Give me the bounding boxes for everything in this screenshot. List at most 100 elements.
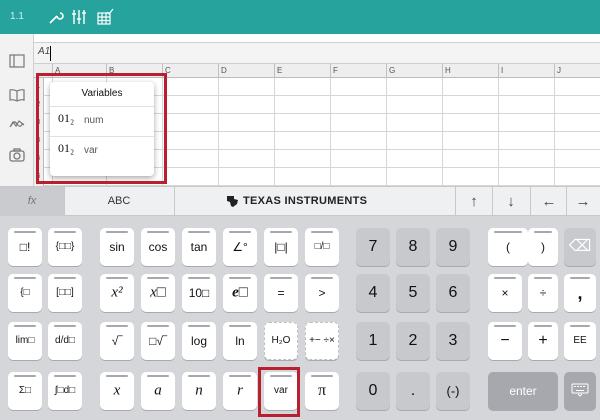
divider (492, 187, 493, 216)
page-tab-indicator[interactable]: 1.1 (0, 0, 34, 34)
power-key[interactable]: x□ (141, 274, 175, 312)
backspace-key[interactable]: ⌫ (564, 228, 596, 266)
digit-6-key[interactable]: 6 (436, 274, 470, 312)
ee-key[interactable]: EE (564, 322, 596, 360)
var-key-highlight-box (258, 367, 300, 417)
piecewise-key[interactable]: {□□} (48, 228, 82, 266)
divider (530, 187, 531, 216)
digit-2-key[interactable]: 2 (396, 322, 430, 360)
grid-line (386, 78, 387, 186)
absolute-value-key[interactable]: |□| (264, 228, 298, 266)
exp-key[interactable]: e□ (223, 274, 257, 312)
minus-key[interactable]: − (488, 322, 522, 360)
equals-key[interactable]: = (264, 274, 298, 312)
infinity-icon[interactable] (8, 114, 26, 132)
left-sidebar (0, 34, 34, 186)
column-header-e[interactable]: E (274, 64, 330, 78)
divider (174, 187, 175, 216)
tab-abc[interactable]: ABC (64, 187, 174, 216)
page-icon[interactable] (8, 52, 26, 70)
wrench-icon[interactable] (46, 8, 64, 26)
arrow-down-key[interactable]: ↓ (496, 187, 526, 216)
system-of-equations-key[interactable]: {□ (8, 274, 42, 312)
plus-key[interactable]: + (528, 322, 558, 360)
open-paren-key[interactable]: ( (488, 228, 528, 266)
digit-8-key[interactable]: 8 (396, 228, 430, 266)
digit-3-key[interactable]: 3 (436, 322, 470, 360)
top-toolbar: 1.1 (0, 0, 600, 34)
variable-n-key[interactable]: n (182, 372, 216, 410)
table-check-icon[interactable] (96, 8, 114, 26)
chemistry-key[interactable]: H₂O (264, 322, 298, 360)
grid-line (274, 78, 275, 186)
enter-key[interactable]: enter (488, 372, 558, 410)
arrow-right-key[interactable]: → (568, 187, 598, 216)
limit-key[interactable]: lim□ (8, 322, 42, 360)
log-key[interactable]: log (182, 322, 216, 360)
sliders-icon[interactable] (70, 8, 88, 26)
digit-7-key[interactable]: 7 (356, 228, 390, 266)
sin-key[interactable]: sin (100, 228, 134, 266)
square-root-key[interactable]: √‾ (100, 322, 134, 360)
variable-a-key[interactable]: a (141, 372, 175, 410)
digit-9-key[interactable]: 9 (436, 228, 470, 266)
variable-x-key[interactable]: x (100, 372, 134, 410)
divider (566, 187, 567, 216)
cos-key[interactable]: cos (141, 228, 175, 266)
arrow-up-key[interactable]: ↑ (459, 187, 489, 216)
comma-key[interactable]: , (564, 274, 596, 312)
nth-root-key[interactable]: □√‾ (141, 322, 175, 360)
math-keyboard: □! {□□} sin cos tan ∠° |□| □/□ 7 8 9 ( )… (0, 216, 600, 420)
fraction-key[interactable]: □/□ (305, 228, 339, 266)
hide-keyboard-button[interactable] (564, 372, 596, 410)
grid-line (554, 78, 555, 186)
cell-reference: A1 (38, 46, 51, 57)
pi-key[interactable]: π (305, 372, 339, 410)
column-header-g[interactable]: G (386, 64, 442, 78)
digit-1-key[interactable]: 1 (356, 322, 390, 360)
grid-line (218, 78, 219, 186)
texas-instruments-logo-icon (225, 194, 240, 209)
column-header-h[interactable]: H (442, 64, 498, 78)
keyboard-toolbar: fx ABC TEXAS INSTRUMENTS ↑ ↓ ← → (0, 186, 600, 216)
column-header-c[interactable]: C (162, 64, 218, 78)
variable-r-key[interactable]: r (223, 372, 257, 410)
fx-label: fx (27, 195, 37, 207)
digit-0-key[interactable]: 0 (356, 372, 390, 410)
summation-key[interactable]: Σ□ (8, 372, 42, 410)
multiply-key[interactable]: × (488, 274, 522, 312)
negative-key[interactable]: (-) (436, 372, 470, 410)
ln-key[interactable]: ln (223, 322, 257, 360)
grid-line (442, 78, 443, 186)
column-header-d[interactable]: D (218, 64, 274, 78)
decimal-point-key[interactable]: . (396, 372, 430, 410)
camera-icon[interactable] (8, 146, 26, 164)
square-key[interactable]: x² (100, 274, 134, 312)
column-header-i[interactable]: I (498, 64, 554, 78)
digit-4-key[interactable]: 4 (356, 274, 390, 312)
digit-5-key[interactable]: 5 (396, 274, 430, 312)
derivative-key[interactable]: d/d□ (48, 322, 82, 360)
tan-key[interactable]: tan (182, 228, 216, 266)
tab-function-keyboard[interactable]: fx (0, 187, 64, 216)
arrow-left-key[interactable]: ← (534, 187, 564, 216)
angle-key[interactable]: ∠° (223, 228, 257, 266)
popup-highlight-box (36, 73, 167, 184)
factorial-key[interactable]: □! (8, 228, 42, 266)
brand-label: TEXAS INSTRUMENTS (243, 195, 368, 207)
close-paren-key[interactable]: ) (528, 228, 558, 266)
integral-key[interactable]: ∫□d□ (48, 372, 82, 410)
operators-key[interactable]: +− ÷× (305, 322, 339, 360)
matrix-key[interactable]: [□□] (48, 274, 82, 312)
ten-power-key[interactable]: 10□ (182, 274, 216, 312)
backspace-icon: ⌫ (568, 238, 592, 255)
column-header-f[interactable]: F (330, 64, 386, 78)
formula-bar[interactable]: A1 (34, 42, 600, 64)
book-icon[interactable] (8, 86, 26, 104)
text-caret (50, 46, 51, 61)
grid-line (498, 78, 499, 186)
divide-key[interactable]: ÷ (528, 274, 558, 312)
grid-line (330, 78, 331, 186)
greater-than-key[interactable]: > (305, 274, 339, 312)
column-header-j[interactable]: J (554, 64, 600, 78)
